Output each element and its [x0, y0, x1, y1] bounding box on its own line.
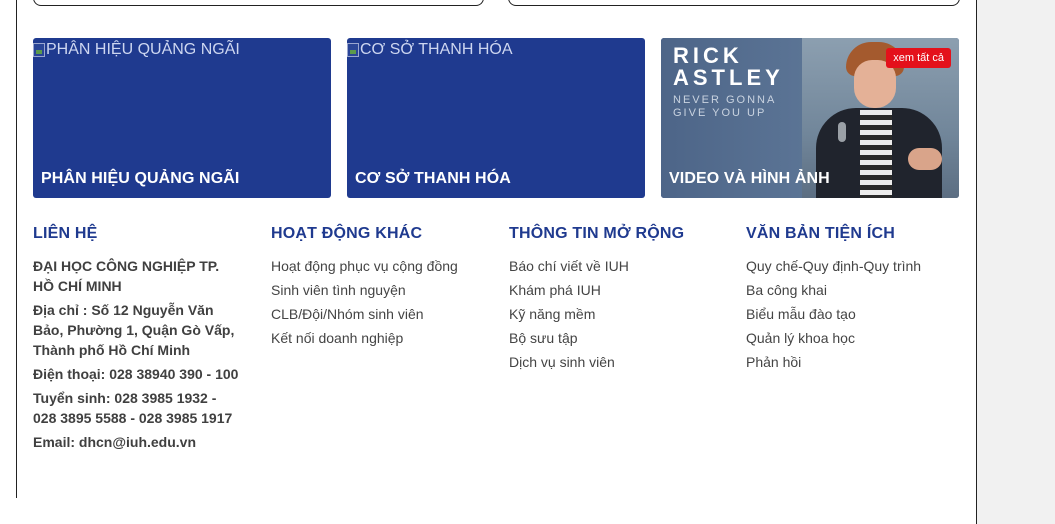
tile-caption[interactable]: CƠ SỞ THANH HÓA: [355, 170, 511, 188]
footer-link[interactable]: Quản lý khoa học: [746, 328, 956, 348]
broken-image-thanh-hoa: CƠ SỞ THANH HÓA: [347, 41, 513, 59]
footer-contact: LIÊN HỆ ĐẠI HỌC CÔNG NGHIỆP TP. HỒ CHÍ M…: [33, 224, 243, 456]
footer-link[interactable]: Kỹ năng mềm: [509, 304, 719, 324]
top-card-right: [508, 0, 960, 6]
broken-image-quang-ngai: PHÂN HIỆU QUẢNG NGÃI: [33, 41, 240, 59]
video-artwork-subtitle: NEVER GONNA GIVE YOU UP: [673, 94, 777, 119]
footer-link[interactable]: Khám phá IUH: [509, 280, 719, 300]
contact-heading: LIÊN HỆ: [33, 225, 98, 242]
tile-video[interactable]: RICK ASTLEY NEVER GONNA GIVE YOU UP xem …: [661, 38, 959, 198]
footer-link[interactable]: Kết nối doanh nghiệp: [271, 328, 481, 348]
tile-caption[interactable]: PHÂN HIỆU QUẢNG NGÃI: [41, 170, 239, 188]
contact-admissions: Tuyển sinh: 028 3985 1932 - 028 3895 558…: [33, 390, 233, 426]
broken-image-icon: [347, 43, 359, 57]
tile-quang-ngai[interactable]: PHÂN HIỆU QUẢNG NGÃI PHÂN HIỆU QUẢNG NGÃ…: [33, 38, 331, 198]
footer-extended: THÔNG TIN MỞ RỘNG Báo chí viết về IUH Kh…: [509, 224, 719, 376]
footer-activities: HOẠT ĐỘNG KHÁC Hoạt động phục vụ cộng đồ…: [271, 224, 481, 352]
broken-image-alt: PHÂN HIỆU QUẢNG NGÃI: [46, 41, 240, 58]
video-artwork-title: RICK ASTLEY: [673, 43, 784, 90]
footer-link[interactable]: Phản hồi: [746, 352, 956, 372]
contact-address: Địa chỉ : Số 12 Nguyễn Văn Bảo, Phường 1…: [33, 302, 235, 358]
page-right-gutter: [977, 0, 1055, 524]
page-right-border: [976, 0, 977, 524]
footer-link[interactable]: Bộ sưu tập: [509, 328, 719, 348]
documents-heading: VĂN BẢN TIỆN ÍCH: [746, 225, 895, 242]
footer-link[interactable]: Báo chí viết về IUH: [509, 256, 719, 276]
contact-phone: Điện thoại: 028 38940 390 - 100: [33, 366, 239, 382]
footer-link[interactable]: Biểu mẫu đào tạo: [746, 304, 956, 324]
page-left-border: [16, 0, 17, 498]
contact-email: Email: dhcn@iuh.edu.vn: [33, 434, 196, 450]
broken-image-icon: [33, 43, 45, 57]
footer-link[interactable]: Ba công khai: [746, 280, 956, 300]
footer-link[interactable]: Hoạt động phục vụ cộng đồng: [271, 256, 481, 276]
footer-link[interactable]: Quy chế-Quy định-Quy trình: [746, 256, 956, 276]
broken-image-alt: CƠ SỞ THANH HÓA: [360, 41, 513, 58]
top-card-left: [33, 0, 484, 6]
extended-heading: THÔNG TIN MỞ RỘNG: [509, 225, 685, 242]
activities-heading: HOẠT ĐỘNG KHÁC: [271, 225, 423, 242]
tile-caption[interactable]: VIDEO VÀ HÌNH ẢNH: [669, 170, 830, 188]
footer-link[interactable]: CLB/Đội/Nhóm sinh viên: [271, 304, 481, 324]
footer-documents: VĂN BẢN TIỆN ÍCH Quy chế-Quy định-Quy tr…: [746, 224, 956, 376]
tile-thanh-hoa[interactable]: CƠ SỞ THANH HÓA CƠ SỞ THANH HÓA: [347, 38, 645, 198]
view-all-button[interactable]: xem tất cả: [886, 48, 951, 68]
footer-link[interactable]: Dịch vụ sinh viên: [509, 352, 719, 372]
contact-org: ĐẠI HỌC CÔNG NGHIỆP TP. HỒ CHÍ MINH: [33, 258, 220, 294]
footer-link[interactable]: Sinh viên tình nguyện: [271, 280, 481, 300]
